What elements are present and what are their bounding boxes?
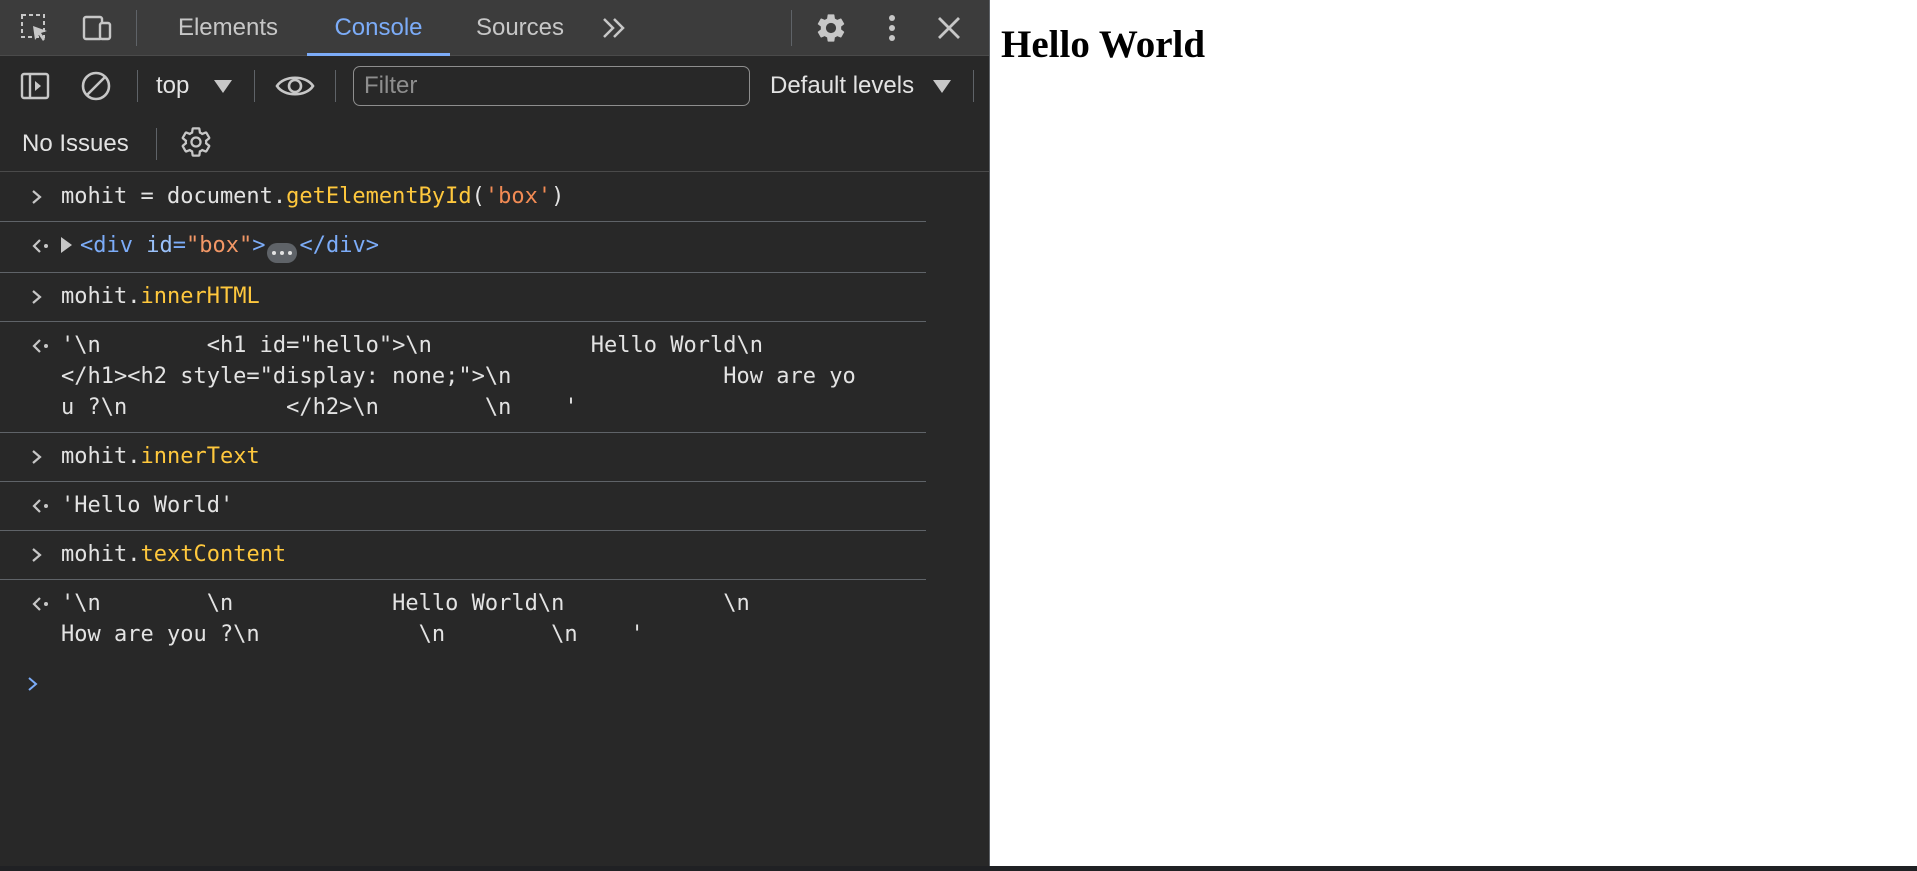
code-text: mohit.	[61, 284, 141, 309]
console-settings-icon[interactable]	[176, 122, 216, 162]
clear-console-icon[interactable]	[76, 66, 116, 106]
code-tag: >	[252, 233, 266, 258]
console-result-entry: <div id="box"> </div>	[0, 222, 926, 273]
code-property: textContent	[140, 542, 287, 567]
code-text: mohit = document.	[61, 184, 287, 209]
result-arrow-icon	[30, 580, 52, 628]
log-levels-caret-icon[interactable]	[933, 80, 951, 93]
toolbar-separator	[137, 70, 138, 102]
console-command[interactable]: mohit = document.getElementById('box')	[61, 173, 926, 221]
toolbar-separator	[335, 70, 336, 102]
live-expression-icon[interactable]	[273, 66, 317, 106]
inspect-element-icon[interactable]	[16, 9, 54, 47]
tabbar-separator	[791, 10, 792, 46]
code-attr: id	[146, 233, 173, 258]
console-input-entry: mohit.innerText	[0, 433, 926, 482]
toolbar-separator	[254, 70, 255, 102]
tab-sources[interactable]: Sources	[470, 0, 570, 56]
console-toolbar: top Default levels	[0, 56, 989, 116]
code-text: mohit.	[61, 444, 141, 469]
code-punct: )	[551, 184, 565, 209]
page-heading: Hello World	[1001, 23, 1206, 66]
tab-elements[interactable]: Elements	[172, 0, 284, 56]
console-result[interactable]: <div id="box"> </div>	[61, 222, 926, 272]
console-prompt[interactable]	[0, 659, 989, 709]
code-text: mohit.	[61, 542, 141, 567]
console-input-entry: mohit.textContent	[0, 531, 926, 580]
console-result-entry: '\n <h1 id="hello">\n Hello World\n </h1…	[0, 322, 926, 433]
ellipsis-icon[interactable]	[267, 243, 298, 263]
input-chevron-icon	[30, 273, 52, 321]
settings-icon[interactable]	[812, 9, 850, 47]
console-command[interactable]: mohit.innerText	[61, 433, 926, 481]
code-tag: </div>	[299, 233, 379, 258]
code-tag: =	[172, 233, 186, 258]
more-options-icon[interactable]	[873, 9, 911, 47]
tabbar-separator	[136, 10, 137, 46]
issues-bar: No Issues	[0, 116, 989, 172]
code-property: innerText	[140, 444, 260, 469]
console-result-string[interactable]: '\n \n Hello World\n \n How are you ?\n …	[61, 580, 926, 659]
input-chevron-icon	[30, 531, 52, 579]
filter-input[interactable]	[353, 66, 750, 106]
result-arrow-icon	[30, 222, 52, 270]
expand-triangle-icon[interactable]	[61, 237, 72, 253]
devtools-panel: Elements Console Sources top Filter Defa…	[0, 0, 990, 866]
console-result-entry: '\n \n Hello World\n \n How are you ?\n …	[0, 580, 926, 659]
code-attr-value: "box"	[185, 233, 253, 258]
console-input-entry: mohit = document.getElementById('box')	[0, 173, 926, 222]
device-toolbar-icon[interactable]	[78, 9, 116, 47]
page-viewport: Hello World	[991, 0, 1917, 866]
input-chevron-icon	[30, 433, 52, 481]
code-punct: (	[471, 184, 485, 209]
console-output: mohit = document.getElementById('box') <…	[0, 173, 989, 709]
tab-console[interactable]: Console	[307, 0, 450, 56]
toolbar-separator	[973, 70, 974, 102]
code-string: 'box'	[484, 184, 552, 209]
prompt-chevron-icon	[26, 659, 40, 709]
context-caret-icon[interactable]	[214, 80, 232, 93]
console-result-string[interactable]: 'Hello World'	[61, 482, 926, 530]
code-property: innerHTML	[140, 284, 260, 309]
console-result-entry: 'Hello World'	[0, 482, 926, 531]
console-result-string[interactable]: '\n <h1 id="hello">\n Hello World\n </h1…	[61, 322, 926, 432]
console-input-entry: mohit.innerHTML	[0, 273, 926, 322]
close-icon[interactable]	[930, 9, 968, 47]
context-selector[interactable]: top	[156, 56, 189, 116]
console-command[interactable]: mohit.textContent	[61, 531, 926, 579]
result-arrow-icon	[30, 482, 52, 530]
devtools-tab-bar: Elements Console Sources	[0, 0, 989, 56]
issues-counter[interactable]: No Issues	[22, 116, 129, 172]
code-method: getElementById	[286, 184, 472, 209]
sidebar-toggle-icon[interactable]	[15, 66, 55, 106]
bottom-border	[0, 866, 1917, 871]
issues-separator	[156, 128, 157, 160]
console-command[interactable]: mohit.innerHTML	[61, 273, 926, 321]
input-chevron-icon	[30, 173, 52, 221]
more-tabs-icon[interactable]	[595, 9, 633, 47]
code-tag: <div	[80, 233, 147, 258]
log-levels-dropdown[interactable]: Default levels	[770, 56, 914, 116]
result-arrow-icon	[30, 322, 52, 370]
